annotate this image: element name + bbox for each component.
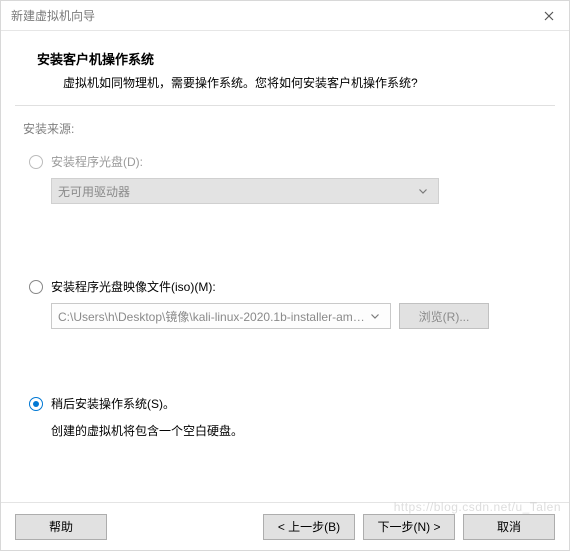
chevron-down-icon [366,314,384,319]
next-button-label: 下一步(N) > [377,518,440,535]
disc-drive-dropdown-value: 无可用驱动器 [58,183,414,200]
radio-row-later[interactable]: 稍后安装操作系统(S)。 [29,395,547,412]
radio-row-disc[interactable]: 安装程序光盘(D): [29,153,547,170]
iso-path-dropdown: C:\Users\h\Desktop\镜像\kali-linux-2020.1b… [51,303,391,329]
titlebar: 新建虚拟机向导 [1,1,569,31]
browse-button: 浏览(R)... [399,303,489,329]
wizard-window: 新建虚拟机向导 安装客户机操作系统 虚拟机如同物理机，需要操作系统。您将如何安装… [0,0,570,551]
radio-disc-label: 安装程序光盘(D): [51,153,143,170]
browse-button-label: 浏览(R)... [419,308,470,325]
help-button[interactable]: 帮助 [15,514,107,540]
wizard-footer: 帮助 < 上一步(B) 下一步(N) > 取消 [1,502,569,550]
window-title: 新建虚拟机向导 [11,7,529,24]
radio-disc[interactable] [29,155,43,169]
chevron-down-icon [414,189,432,194]
wizard-content: 安装来源: 安装程序光盘(D): 无可用驱动器 安装程序光盘映像文件( [1,106,569,502]
option-install-later: 稍后安装操作系统(S)。 创建的虚拟机将包含一个空白硬盘。 [29,395,547,439]
cancel-button[interactable]: 取消 [463,514,555,540]
radio-later-label: 稍后安装操作系统(S)。 [51,395,175,412]
wizard-header-title: 安装客户机操作系统 [37,49,533,68]
disc-drive-dropdown: 无可用驱动器 [51,178,439,204]
radio-later[interactable] [29,397,43,411]
back-button[interactable]: < 上一步(B) [263,514,355,540]
wizard-header: 安装客户机操作系统 虚拟机如同物理机，需要操作系统。您将如何安装客户机操作系统? [1,31,569,105]
close-icon [544,11,554,21]
radio-iso-label: 安装程序光盘映像文件(iso)(M): [51,278,216,295]
radio-row-iso[interactable]: 安装程序光盘映像文件(iso)(M): [29,278,547,295]
wizard-header-description: 虚拟机如同物理机，需要操作系统。您将如何安装客户机操作系统? [63,74,533,91]
radio-iso[interactable] [29,280,43,294]
close-button[interactable] [529,1,569,31]
next-button[interactable]: 下一步(N) > [363,514,455,540]
iso-path-value: C:\Users\h\Desktop\镜像\kali-linux-2020.1b… [58,308,366,325]
cancel-button-label: 取消 [497,518,521,535]
install-source-label: 安装来源: [23,120,547,137]
option-installer-disc: 安装程序光盘(D): 无可用驱动器 [29,153,547,204]
back-button-label: < 上一步(B) [278,518,340,535]
help-button-label: 帮助 [49,518,73,535]
option-iso-file: 安装程序光盘映像文件(iso)(M): C:\Users\h\Desktop\镜… [29,278,547,329]
install-later-hint: 创建的虚拟机将包含一个空白硬盘。 [51,422,547,439]
